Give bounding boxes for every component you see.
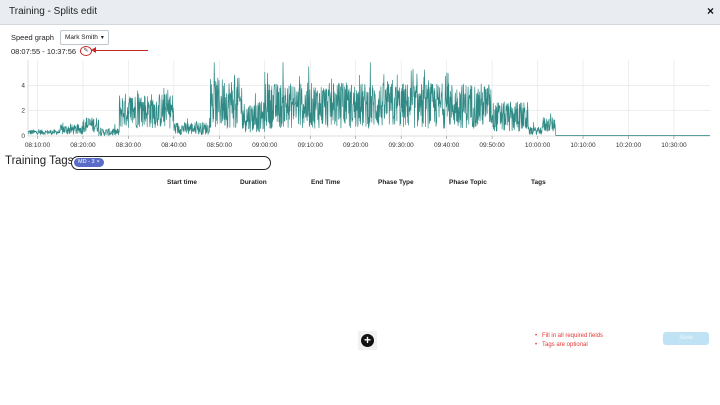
training-tags-title: Training Tags bbox=[5, 155, 74, 167]
x-tick-label: 09:30:00 bbox=[389, 142, 415, 149]
x-tick-label: 09:50:00 bbox=[479, 142, 505, 149]
column-end-time: End Time bbox=[311, 179, 341, 186]
add-split-button[interactable]: + bbox=[358, 331, 377, 350]
x-axis-ticks: 08:10:00 08:20:00 08:30:00 08:40:00 08:50:00… bbox=[25, 136, 687, 149]
x-tick-label: 09:10:00 bbox=[298, 142, 324, 149]
x-tick-label: 10:30:00 bbox=[661, 142, 687, 149]
column-duration: Duration bbox=[240, 179, 267, 186]
y-tick-label: 0 bbox=[21, 133, 25, 140]
athlete-dropdown[interactable]: Mark Smith ▾ bbox=[60, 30, 109, 45]
y-tick-label: 2 bbox=[21, 108, 25, 115]
x-tick-label: 08:30:00 bbox=[116, 142, 142, 149]
validation-message: Fill in all required fields bbox=[535, 332, 603, 341]
x-tick-label: 10:00:00 bbox=[525, 142, 551, 149]
x-tick-label: 09:20:00 bbox=[343, 142, 369, 149]
plus-icon: + bbox=[361, 334, 374, 347]
column-phase-topic: Phase Topic bbox=[449, 179, 487, 186]
window-title: Training - Splits edit bbox=[9, 6, 97, 17]
caret-down-icon: ▾ bbox=[100, 35, 104, 41]
column-tags: Tags bbox=[531, 179, 546, 186]
column-phase-type: Phase Type bbox=[378, 179, 414, 186]
close-icon[interactable]: × bbox=[707, 4, 714, 18]
save-button[interactable]: Save bbox=[663, 332, 709, 345]
speed-series bbox=[27, 62, 711, 137]
x-tick-label: 08:20:00 bbox=[70, 142, 96, 149]
y-tick-label: 4 bbox=[21, 82, 25, 89]
annotation-arrow-head-icon bbox=[91, 47, 96, 53]
window-titlebar: Training - Splits edit × bbox=[0, 0, 720, 25]
tags-input[interactable]: MD - 3 × bbox=[71, 156, 271, 170]
x-tick-label: 08:50:00 bbox=[207, 142, 233, 149]
speed-chart: 0 2 4 08:10:00 08:20:00 08:30:00 08:40:00 08:5… bbox=[21, 60, 711, 149]
tag-chip[interactable]: MD - 3 × bbox=[74, 158, 104, 167]
y-axis-ticks: 0 2 4 bbox=[21, 82, 25, 140]
validation-message: Tags are optional bbox=[535, 341, 603, 350]
speed-graph-label: Speed graph bbox=[11, 33, 54, 42]
remove-tag-icon[interactable]: × bbox=[97, 159, 100, 165]
validation-messages: Fill in all required fields Tags are opt… bbox=[535, 332, 603, 350]
tag-chip-label: MD - 3 bbox=[78, 159, 95, 165]
annotation-arrow bbox=[94, 50, 148, 51]
x-tick-label: 09:00:00 bbox=[252, 142, 278, 149]
speed-series-line bbox=[27, 62, 711, 137]
x-tick-label: 09:40:00 bbox=[434, 142, 460, 149]
x-tick-label: 08:10:00 bbox=[25, 142, 51, 149]
column-start-time: Start time bbox=[167, 179, 197, 186]
athlete-dropdown-value: Mark Smith bbox=[65, 34, 98, 41]
time-range: 08:07:55 - 10:37:56 bbox=[11, 47, 77, 56]
x-tick-label: 08:40:00 bbox=[161, 142, 187, 149]
x-tick-label: 10:20:00 bbox=[616, 142, 642, 149]
x-tick-label: 10:10:00 bbox=[570, 142, 596, 149]
